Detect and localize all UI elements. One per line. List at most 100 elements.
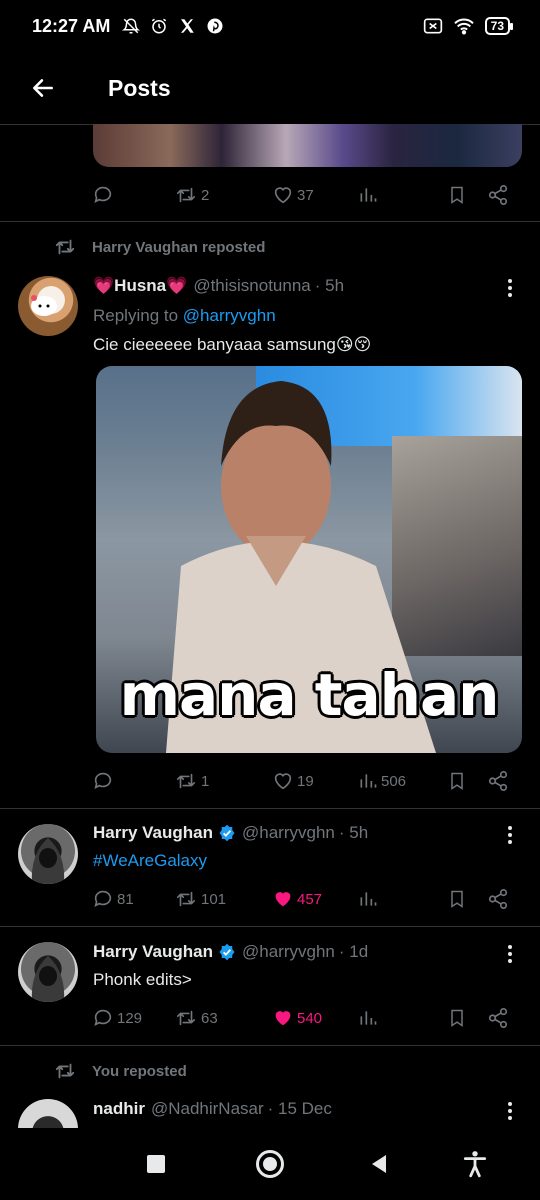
- repost-icon: [55, 1063, 75, 1079]
- post-time: · 5h: [338, 823, 369, 842]
- share-button[interactable]: [487, 184, 509, 206]
- system-nav-bar: [0, 1128, 540, 1200]
- post-divider: [0, 808, 540, 809]
- bookmark-button[interactable]: [447, 888, 467, 910]
- reply-target-link[interactable]: @harryvghn: [183, 306, 276, 325]
- heart-emoji-icon: 💗: [166, 276, 188, 295]
- share-icon: [488, 1008, 508, 1028]
- like-count: 19: [297, 772, 314, 790]
- reply-icon: [94, 1009, 112, 1026]
- repost-button[interactable]: 1: [174, 770, 209, 792]
- hashtag-link[interactable]: #WeAreGalaxy: [93, 851, 207, 871]
- repost-count: 1: [201, 772, 210, 790]
- reply-button[interactable]: 81: [92, 888, 134, 910]
- display-name[interactable]: nadhir: [93, 1099, 145, 1119]
- like-button[interactable]: 457: [272, 888, 322, 910]
- top-app-bar: Posts: [0, 52, 540, 124]
- post-image-partial[interactable]: [93, 124, 522, 167]
- repost-indicator: Harry Vaughan reposted: [52, 236, 265, 258]
- reply-button[interactable]: 129: [92, 1007, 142, 1029]
- views-icon: [360, 1011, 377, 1025]
- like-button[interactable]: 37: [272, 184, 314, 206]
- bookmark-button[interactable]: [447, 1007, 467, 1029]
- repost-icon: [176, 891, 196, 907]
- back-button[interactable]: [0, 52, 86, 124]
- post-header: Harry Vaughan @harryvghn · 1d: [93, 942, 368, 962]
- repost-button[interactable]: 101: [174, 888, 226, 910]
- repost-icon: [176, 1010, 196, 1026]
- bookmark-button[interactable]: [447, 770, 467, 792]
- repost-icon: [176, 773, 196, 789]
- repost-count: 63: [201, 1009, 218, 1027]
- post-divider: [0, 221, 540, 222]
- views-icon: [360, 774, 377, 788]
- post2-actions: 1 19 506: [92, 766, 522, 796]
- views-button[interactable]: [358, 889, 378, 909]
- post3-actions: 81 101 457: [92, 884, 522, 914]
- display-name[interactable]: Husna: [114, 276, 166, 296]
- home-button[interactable]: [256, 1150, 284, 1178]
- heart-filled-icon: [275, 892, 291, 907]
- share-button[interactable]: [487, 1007, 509, 1029]
- bookmark-icon: [451, 890, 463, 908]
- repost-button[interactable]: 63: [174, 1007, 218, 1029]
- like-button[interactable]: 540: [272, 1007, 322, 1029]
- recents-button[interactable]: [147, 1155, 165, 1173]
- hooded-figure-avatar-icon: [31, 838, 65, 884]
- share-icon: [488, 771, 508, 791]
- post-media-image[interactable]: mana tahan: [96, 366, 522, 753]
- share-button[interactable]: [487, 888, 509, 910]
- bookmark-icon: [451, 186, 463, 204]
- accessibility-button[interactable]: [462, 1150, 488, 1183]
- heart-emoji-icon: 💗: [93, 276, 115, 295]
- reply-count: 81: [117, 890, 134, 908]
- more-options-button[interactable]: [500, 823, 520, 847]
- avatar[interactable]: [18, 942, 78, 1002]
- repost-button[interactable]: 2: [174, 184, 209, 206]
- post-header: Harry Vaughan @harryvghn · 5h: [93, 823, 368, 843]
- hello-kitty-avatar-icon: [31, 295, 57, 316]
- display-name[interactable]: Harry Vaughan: [93, 823, 213, 843]
- more-options-button[interactable]: [500, 276, 520, 300]
- replying-prefix: Replying to: [93, 306, 179, 325]
- home-inner-dot: [263, 1157, 277, 1171]
- repost-count: 101: [201, 890, 227, 908]
- post-text: Cie cieeeeee banyaaa samsung😘😚: [93, 335, 372, 354]
- repost-count: 2: [201, 186, 210, 204]
- reply-icon: [94, 186, 112, 203]
- reply-button[interactable]: [92, 184, 114, 206]
- post-header: 💗 Husna 💗 @thisisnotunna · 5h: [93, 276, 344, 296]
- user-handle[interactable]: @NadhirNasar: [151, 1099, 264, 1119]
- bookmark-button[interactable]: [447, 184, 467, 206]
- back-nav-button[interactable]: [370, 1154, 388, 1179]
- views-button[interactable]: 506: [358, 771, 406, 791]
- arrow-left-icon: [33, 79, 53, 97]
- views-button[interactable]: [358, 185, 378, 205]
- post-time: · 15 Dec: [267, 1099, 332, 1118]
- like-count: 540: [297, 1009, 323, 1027]
- like-button[interactable]: 19: [272, 770, 314, 792]
- reply-count: 129: [117, 1009, 143, 1027]
- user-handle[interactable]: @thisisnotunna: [193, 276, 310, 296]
- image-caption-text: mana tahan: [119, 661, 500, 729]
- repost-label: You reposted: [92, 1062, 187, 1080]
- like-count: 37: [297, 186, 314, 204]
- avatar[interactable]: [18, 276, 78, 336]
- user-handle[interactable]: @harryvghn: [242, 823, 335, 843]
- avatar[interactable]: [18, 824, 78, 884]
- post-header: nadhir @NadhirNasar · 15 Dec: [93, 1099, 332, 1119]
- views-button[interactable]: [358, 1008, 378, 1028]
- status-bar: 12:27 AM 73: [0, 0, 540, 52]
- share-button[interactable]: [487, 770, 509, 792]
- reply-button[interactable]: [92, 770, 114, 792]
- user-handle[interactable]: @harryvghn: [242, 942, 335, 962]
- like-count: 457: [297, 890, 323, 908]
- alarm-icon: [152, 18, 167, 34]
- replying-to: Replying to @harryvghn: [93, 306, 276, 326]
- more-options-button[interactable]: [500, 1099, 520, 1123]
- post-divider: [0, 1045, 540, 1046]
- display-name[interactable]: Harry Vaughan: [93, 942, 213, 962]
- reply-icon: [94, 890, 112, 907]
- bell-off-icon: [122, 18, 141, 34]
- more-options-button[interactable]: [500, 942, 520, 966]
